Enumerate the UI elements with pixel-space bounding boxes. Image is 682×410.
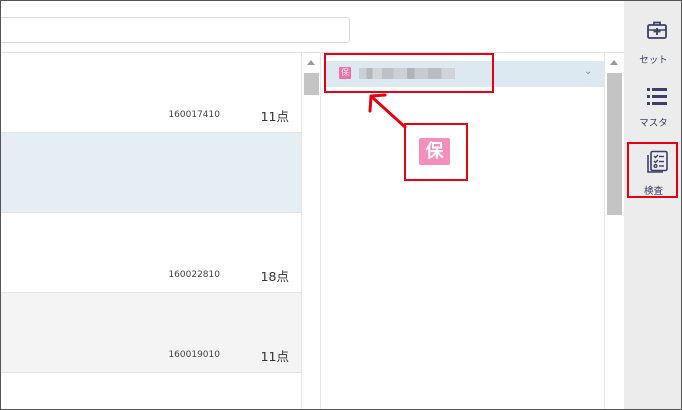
- list-item[interactable]: [1, 373, 301, 409]
- item-code: 160019010: [168, 350, 220, 360]
- top-bar: [1, 1, 624, 53]
- list-item-selected[interactable]: [1, 133, 301, 213]
- insurance-badge-large-icon: 保: [419, 138, 450, 165]
- item-points: 11点: [260, 349, 289, 364]
- panel-scrollbar[interactable]: [604, 53, 624, 409]
- scroll-up-arrow-icon[interactable]: [610, 60, 618, 65]
- scroll-thumb[interactable]: [304, 73, 319, 95]
- toolbar-master-button[interactable]: マスタ: [624, 81, 681, 141]
- app-frame: 160017410 11点 160022810 18点 160019010 11…: [0, 0, 682, 410]
- item-points: 11点: [260, 109, 289, 124]
- briefcase-plus-icon: [647, 21, 667, 39]
- list-item[interactable]: 160017410 11点: [1, 53, 301, 133]
- list-scrollbar[interactable]: [301, 53, 321, 409]
- toolbar-set-button[interactable]: セット: [624, 15, 681, 75]
- chevron-down-icon[interactable]: ⌄: [584, 66, 592, 77]
- result-list: 160017410 11点 160022810 18点 160019010 11…: [1, 53, 301, 409]
- item-code: 160017410: [168, 110, 220, 120]
- search-input[interactable]: [1, 17, 350, 43]
- right-toolbar: セット マスタ 検査: [624, 1, 681, 409]
- scroll-thumb[interactable]: [607, 73, 622, 215]
- list-item[interactable]: 160019010 11点: [1, 293, 301, 373]
- item-code: 160022810: [168, 270, 220, 280]
- list-item[interactable]: 160022810 18点: [1, 213, 301, 293]
- toolbar-label: マスタ: [639, 118, 668, 129]
- item-points: 18点: [260, 269, 289, 284]
- toolbar-label: セット: [639, 55, 668, 66]
- highlight-box-exam: [627, 142, 678, 198]
- list-icon: [647, 88, 667, 105]
- scroll-up-arrow-icon[interactable]: [307, 60, 315, 65]
